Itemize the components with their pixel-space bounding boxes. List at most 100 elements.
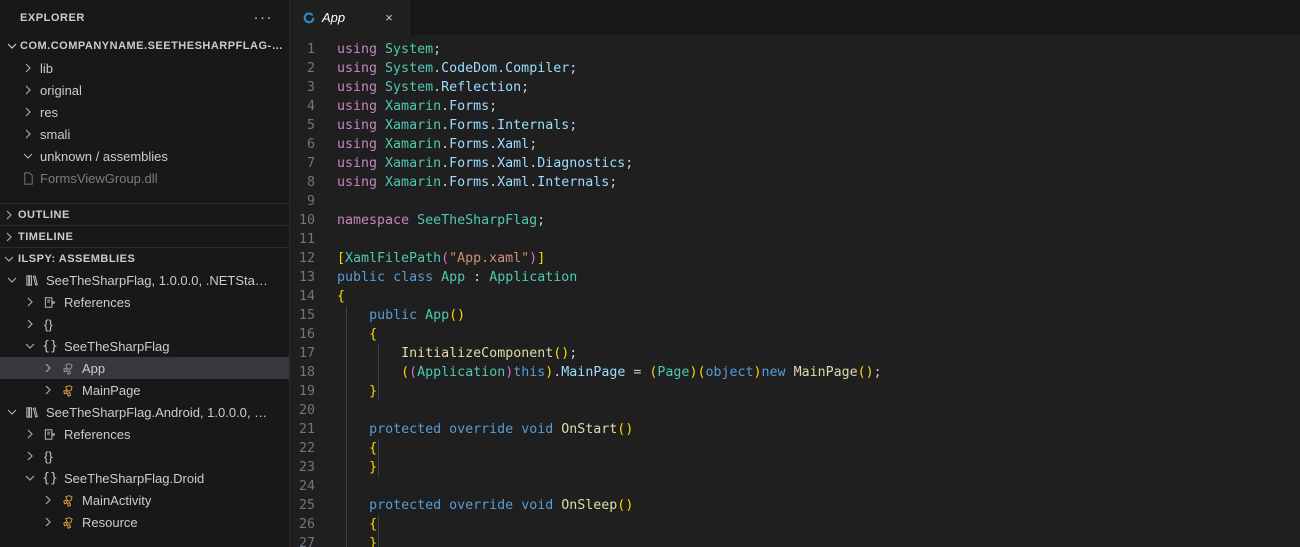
chevron-down-icon [0,251,18,267]
chevron-right-icon [22,426,38,442]
line-content[interactable]: using Xamarin.Forms; [337,97,1300,116]
ilspy-item-resource[interactable]: Resource [0,511,289,533]
line-number: 3 [306,80,315,95]
class-icon-orange [60,493,76,508]
ilspy-item-seethesharpflag-1-0-0-0-netsta[interactable]: SeeTheSharpFlag, 1.0.0.0, .NETSta… [0,269,289,291]
namespace-icon: {} [44,448,53,464]
section-header-label: TIMELINE [18,230,74,243]
explorer-item-label: unknown / assemblies [40,148,168,164]
explorer-item-formsviewgroup-dll[interactable]: FormsViewGroup.dll [0,167,289,189]
line-number: 1 [306,42,315,57]
ilspy-item-references[interactable]: References [0,423,289,445]
code-line: 27 } [290,534,1300,547]
explorer-root-folder[interactable]: COM.COMPANYNAME.SEETHESHARPFLAG-X86 [0,35,289,57]
line-content[interactable]: using System.Reflection; [337,78,1300,97]
line-content[interactable]: protected override void OnSleep() [337,496,1300,515]
code-line: 10 namespace SeeTheSharpFlag; [290,211,1300,230]
line-content[interactable]: using System.CodeDom.Compiler; [337,59,1300,78]
line-content[interactable]: } [337,382,1300,401]
line-number: 8 [306,175,315,190]
line-content[interactable]: using System; [337,40,1300,59]
tab-label: App [322,10,346,25]
ilspy-item-label: MainPage [82,382,141,398]
ilspy-item-references[interactable]: References [0,291,289,313]
code-line: 22 { [290,439,1300,458]
code-line: 19 } [290,382,1300,401]
section-header-label: ILSPY: ASSEMBLIES [18,252,136,265]
class-icon-orange [60,383,76,398]
code-line: 8 using Xamarin.Forms.Xaml.Internals; [290,173,1300,192]
ilspy-assemblies-tree: SeeTheSharpFlag, 1.0.0.0, .NETSta… Refere… [0,269,289,547]
ilspy-item-seethesharpflag-android-1-0-0-0[interactable]: SeeTheSharpFlag.Android, 1.0.0.0, … [0,401,289,423]
line-content[interactable]: using Xamarin.Forms.Xaml.Internals; [337,173,1300,192]
section-header-ilspy-assemblies[interactable]: ILSPY: ASSEMBLIES [0,247,289,269]
line-number: 18 [298,365,315,380]
code-line: 1 using System; [290,40,1300,59]
line-content[interactable]: public App() [337,306,1300,325]
explorer-title-bar: EXPLORER ··· [0,0,289,35]
code-editor[interactable]: 1 using System; 2 using System.CodeDom.Comp… [290,35,1300,547]
line-content[interactable]: public class App : Application [337,268,1300,287]
tab-app[interactable]: App × [290,0,410,35]
line-number: 17 [298,346,315,361]
line-content[interactable]: { [337,515,1300,534]
chevron-right-icon [0,207,18,223]
line-number: 9 [306,194,315,209]
explorer-item-smali[interactable]: smali [0,123,289,145]
line-number: 27 [298,536,315,547]
explorer-item-res[interactable]: res [0,101,289,123]
line-content[interactable]: using Xamarin.Forms.Internals; [337,116,1300,135]
ilspy-item-mainpage[interactable]: MainPage [0,379,289,401]
code-line: 25 protected override void OnSleep() [290,496,1300,515]
line-content[interactable]: ((Application)this).MainPage = (Page)(ob… [337,363,1300,382]
line-number: 10 [298,213,315,228]
line-content[interactable]: protected override void OnStart() [337,420,1300,439]
explorer-item-unknown-assemblies[interactable]: unknown / assemblies [0,145,289,167]
code-line: 18 ((Application)this).MainPage = (Page)… [290,363,1300,382]
code-line: 9 [290,192,1300,211]
line-content[interactable]: [XamlFilePath("App.xaml")] [337,249,1300,268]
chevron-right-icon [0,229,18,245]
chevron-down-icon [20,148,36,164]
code-line: 13 public class App : Application [290,268,1300,287]
line-content[interactable]: { [337,287,1300,306]
chevron-right-icon [20,104,36,120]
tab-bar-filler [410,0,1300,35]
chevron-right-icon [20,82,36,98]
explorer-item-lib[interactable]: lib [0,57,289,79]
chevron-down-icon [4,272,20,288]
line-content[interactable]: using Xamarin.Forms.Xaml; [337,135,1300,154]
code-line: 24 [290,477,1300,496]
line-content[interactable]: } [337,458,1300,477]
code-line-list: 1 using System; 2 using System.CodeDom.Comp… [290,40,1300,547]
class-icon-grey [60,361,76,376]
section-header-timeline[interactable]: TIMELINE [0,225,289,247]
line-content[interactable]: using Xamarin.Forms.Xaml.Diagnostics; [337,154,1300,173]
line-content[interactable]: { [337,439,1300,458]
ilspy-item-[interactable]: {} [0,313,289,335]
chevron-right-icon [20,171,36,186]
chevron-right-icon [40,514,56,530]
line-content[interactable]: InitializeComponent(); [337,344,1300,363]
namespace-icon: {} [42,338,58,354]
ilspy-item-[interactable]: {} [0,445,289,467]
line-number: 16 [298,327,315,342]
line-number: 20 [298,403,315,418]
chevron-right-icon [40,360,56,376]
ilspy-item-mainactivity[interactable]: MainActivity [0,489,289,511]
ilspy-item-app[interactable]: App [0,357,289,379]
code-line: 23 } [290,458,1300,477]
ilspy-item-seethesharpflag-droid[interactable]: {} SeeTheSharpFlag.Droid [0,467,289,489]
more-actions-icon[interactable]: ··· [254,10,282,25]
line-content[interactable]: namespace SeeTheSharpFlag; [337,211,1300,230]
code-line: 14 { [290,287,1300,306]
namespace-icon: {} [42,470,58,486]
csharp-icon [302,11,316,25]
line-content[interactable]: } [337,534,1300,547]
ilspy-item-seethesharpflag[interactable]: {} SeeTheSharpFlag [0,335,289,357]
section-header-outline[interactable]: OUTLINE [0,203,289,225]
explorer-item-original[interactable]: original [0,79,289,101]
close-icon[interactable]: × [379,8,399,28]
code-line: 12 [XamlFilePath("App.xaml")] [290,249,1300,268]
line-content[interactable]: { [337,325,1300,344]
